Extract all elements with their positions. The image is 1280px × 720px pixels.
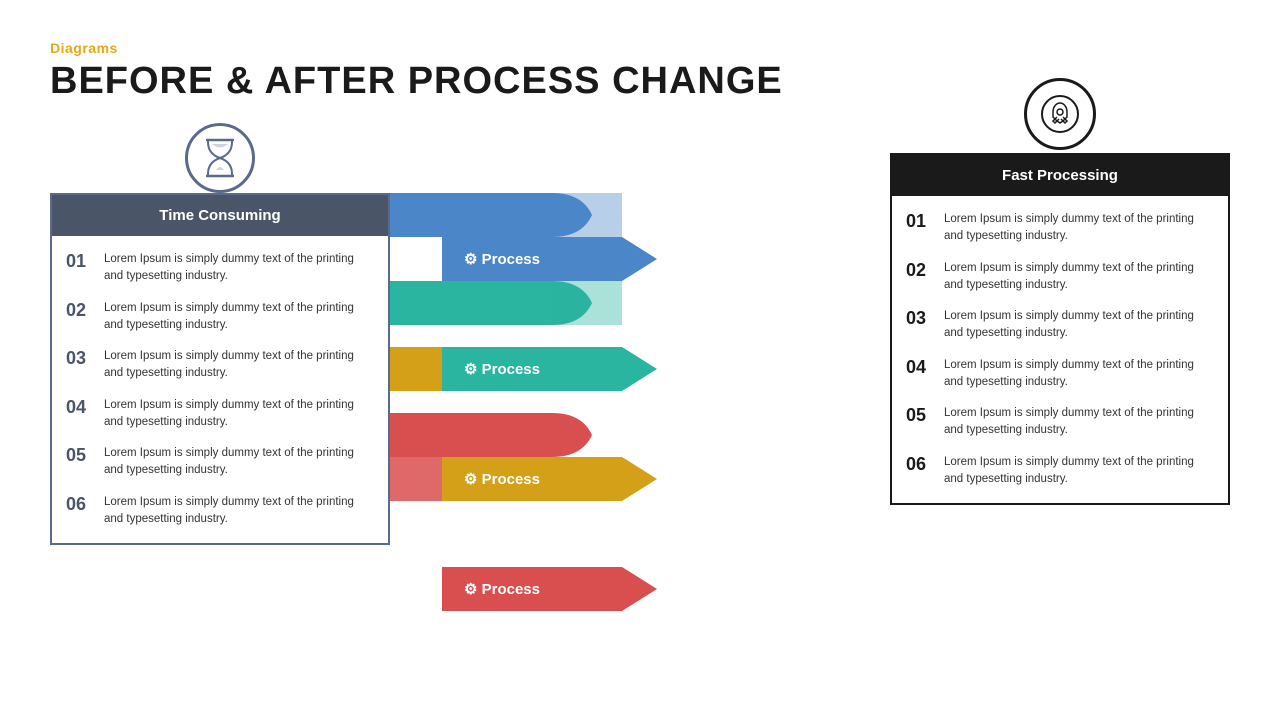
right-item-num-4: 04 xyxy=(906,357,934,379)
left-list-item: 02 Lorem Ipsum is simply dummy text of t… xyxy=(66,293,374,342)
right-list-item: 03 Lorem Ipsum is simply dummy text of t… xyxy=(906,301,1214,350)
left-panel: Time Consuming 01 Lorem Ipsum is simply … xyxy=(50,193,390,643)
svg-text:⚙ Process: ⚙ Process xyxy=(464,471,540,488)
left-list-item: 03 Lorem Ipsum is simply dummy text of t… xyxy=(66,341,374,390)
right-list-item: 02 Lorem Ipsum is simply dummy text of t… xyxy=(906,253,1214,302)
left-item-num-2: 02 xyxy=(66,300,94,322)
left-item-text-2: Lorem Ipsum is simply dummy text of the … xyxy=(104,300,374,335)
right-item-num-2: 02 xyxy=(906,260,934,282)
left-item-text-1: Lorem Ipsum is simply dummy text of the … xyxy=(104,251,374,286)
left-item-num-5: 05 xyxy=(66,445,94,467)
left-item-text-3: Lorem Ipsum is simply dummy text of the … xyxy=(104,348,374,383)
svg-text:⚙ Process: ⚙ Process xyxy=(464,361,540,378)
left-list-item: 04 Lorem Ipsum is simply dummy text of t… xyxy=(66,390,374,439)
left-item-num-1: 01 xyxy=(66,251,94,273)
hourglass-icon xyxy=(185,123,255,193)
right-item-text-4: Lorem Ipsum is simply dummy text of the … xyxy=(944,357,1214,392)
right-item-text-3: Lorem Ipsum is simply dummy text of the … xyxy=(944,308,1214,343)
right-item-text-5: Lorem Ipsum is simply dummy text of the … xyxy=(944,405,1214,440)
category-label: Diagrams xyxy=(50,40,1230,56)
middle-diagram: ⚙ Process ⚙ Process ⚙ Process xyxy=(382,133,950,643)
right-box: Fast Processing 01 Lorem Ipsum is simply… xyxy=(890,153,1230,505)
right-list-item: 05 Lorem Ipsum is simply dummy text of t… xyxy=(906,398,1214,447)
right-box-header: Fast Processing xyxy=(892,155,1228,196)
right-list-item: 04 Lorem Ipsum is simply dummy text of t… xyxy=(906,350,1214,399)
left-item-text-4: Lorem Ipsum is simply dummy text of the … xyxy=(104,397,374,432)
right-item-text-1: Lorem Ipsum is simply dummy text of the … xyxy=(944,211,1214,246)
left-item-num-3: 03 xyxy=(66,348,94,370)
left-item-num-6: 06 xyxy=(66,494,94,516)
right-item-num-1: 01 xyxy=(906,211,934,233)
left-item-num-4: 04 xyxy=(66,397,94,419)
right-panel: Fast Processing 01 Lorem Ipsum is simply… xyxy=(890,153,1230,643)
left-list-item: 01 Lorem Ipsum is simply dummy text of t… xyxy=(66,244,374,293)
left-box-body: 01 Lorem Ipsum is simply dummy text of t… xyxy=(52,236,388,543)
right-item-text-2: Lorem Ipsum is simply dummy text of the … xyxy=(944,260,1214,295)
left-list-item: 05 Lorem Ipsum is simply dummy text of t… xyxy=(66,438,374,487)
left-item-text-6: Lorem Ipsum is simply dummy text of the … xyxy=(104,494,374,529)
rocket-icon xyxy=(1024,78,1096,150)
right-item-num-3: 03 xyxy=(906,308,934,330)
svg-text:⚙ Process: ⚙ Process xyxy=(464,251,540,268)
right-item-text-6: Lorem Ipsum is simply dummy text of the … xyxy=(944,454,1214,489)
left-box: Time Consuming 01 Lorem Ipsum is simply … xyxy=(50,193,390,545)
slide: Diagrams BEFORE & AFTER PROCESS CHANGE T… xyxy=(0,0,1280,720)
right-list-item: 01 Lorem Ipsum is simply dummy text of t… xyxy=(906,204,1214,253)
left-list-item: 06 Lorem Ipsum is simply dummy text of t… xyxy=(66,487,374,536)
right-item-num-5: 05 xyxy=(906,405,934,427)
process-diagram-svg: ⚙ Process ⚙ Process ⚙ Process xyxy=(382,193,822,683)
left-box-header: Time Consuming xyxy=(52,195,388,236)
left-item-text-5: Lorem Ipsum is simply dummy text of the … xyxy=(104,445,374,480)
right-list-item: 06 Lorem Ipsum is simply dummy text of t… xyxy=(906,447,1214,496)
right-item-num-6: 06 xyxy=(906,454,934,476)
svg-text:⚙ Process: ⚙ Process xyxy=(464,581,540,598)
right-box-body: 01 Lorem Ipsum is simply dummy text of t… xyxy=(892,196,1228,503)
